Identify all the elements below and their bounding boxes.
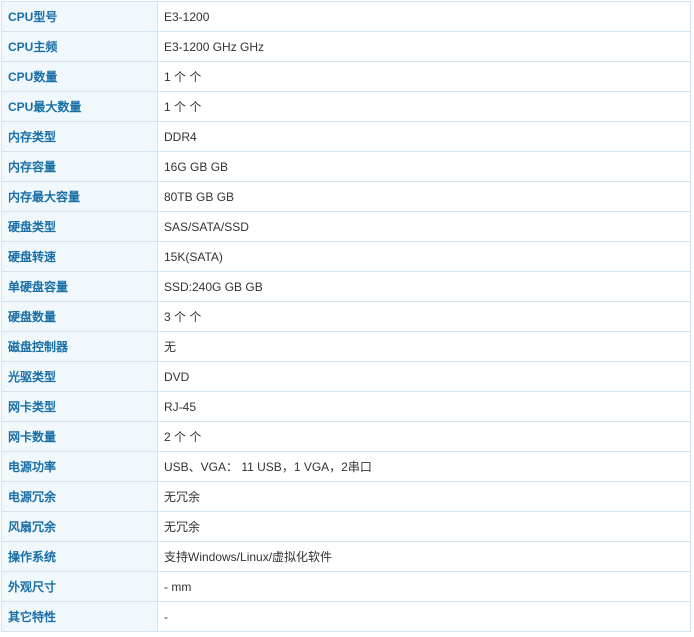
spec-row: CPU主频 E3-1200 GHz GHz <box>1 31 691 62</box>
spec-table-body: CPU型号 E3-1200 CPU主频 E3-1200 GHz GHz CPU数量 1 个… <box>1 1 691 632</box>
spec-row: 电源冗余 无冗余 <box>1 481 691 512</box>
spec-row: 内存最大容量 80TB GB GB <box>1 181 691 212</box>
spec-label: 外观尺寸 <box>1 571 158 602</box>
spec-value: DVD <box>157 361 691 392</box>
spec-value: 15K(SATA) <box>157 241 691 272</box>
spec-value: SAS/SATA/SSD <box>157 211 691 242</box>
spec-label: 光驱类型 <box>1 361 158 392</box>
spec-row: 其它特性 - <box>1 601 691 632</box>
spec-label: 内存容量 <box>1 151 158 182</box>
spec-value: 无 <box>157 331 691 362</box>
spec-value: RJ-45 <box>157 391 691 422</box>
spec-label: 风扇冗余 <box>1 511 158 542</box>
spec-value: USB、VGA： 11 USB，1 VGA，2串口 <box>157 451 691 482</box>
spec-label: 单硬盘容量 <box>1 271 158 302</box>
spec-value: 3 个 个 <box>157 301 691 332</box>
spec-row: 网卡数量 2 个 个 <box>1 421 691 452</box>
spec-row: 网卡类型 RJ-45 <box>1 391 691 422</box>
spec-label: 硬盘数量 <box>1 301 158 332</box>
spec-value: 80TB GB GB <box>157 181 691 212</box>
spec-row: 硬盘转速 15K(SATA) <box>1 241 691 272</box>
spec-label: CPU最大数量 <box>1 91 158 122</box>
spec-value: 1 个 个 <box>157 91 691 122</box>
spec-label: 磁盘控制器 <box>1 331 158 362</box>
spec-row: 电源功率 USB、VGA： 11 USB，1 VGA，2串口 <box>1 451 691 482</box>
spec-value: 无冗余 <box>157 481 691 512</box>
spec-label: 内存最大容量 <box>1 181 158 212</box>
spec-row: 磁盘控制器无 <box>1 331 691 362</box>
spec-value: E3-1200 GHz GHz <box>157 31 691 62</box>
spec-row: 外观尺寸 - mm <box>1 571 691 602</box>
spec-label: 硬盘类型 <box>1 211 158 242</box>
spec-value: E3-1200 <box>157 1 691 32</box>
spec-row: 内存类型 DDR4 <box>1 121 691 152</box>
spec-row: CPU型号 E3-1200 <box>1 1 691 32</box>
spec-row: 硬盘类型 SAS/SATA/SSD <box>1 211 691 242</box>
spec-label: 内存类型 <box>1 121 158 152</box>
spec-row: 风扇冗余 无冗余 <box>1 511 691 542</box>
spec-value: - <box>157 601 691 632</box>
spec-table: CPU型号 E3-1200 CPU主频 E3-1200 GHz GHz CPU数量 1 个… <box>1 1 691 632</box>
spec-label: 硬盘转速 <box>1 241 158 272</box>
spec-value: - mm <box>157 571 691 602</box>
spec-row: CPU数量 1 个 个 <box>1 61 691 92</box>
spec-label: CPU主频 <box>1 31 158 62</box>
spec-label: 电源冗余 <box>1 481 158 512</box>
spec-value: 1 个 个 <box>157 61 691 92</box>
spec-label: CPU数量 <box>1 61 158 92</box>
spec-label: 其它特性 <box>1 601 158 632</box>
spec-value: 2 个 个 <box>157 421 691 452</box>
spec-row: 操作系统 支持Windows/Linux/虚拟化软件 <box>1 541 691 572</box>
spec-row: 单硬盘容量 SSD:240G GB GB <box>1 271 691 302</box>
spec-label: 操作系统 <box>1 541 158 572</box>
spec-value: 支持Windows/Linux/虚拟化软件 <box>157 541 691 572</box>
spec-value: 16G GB GB <box>157 151 691 182</box>
spec-value: SSD:240G GB GB <box>157 271 691 302</box>
spec-label: CPU型号 <box>1 1 158 32</box>
spec-value: 无冗余 <box>157 511 691 542</box>
spec-row: 硬盘数量 3 个 个 <box>1 301 691 332</box>
spec-label: 电源功率 <box>1 451 158 482</box>
spec-row: 光驱类型 DVD <box>1 361 691 392</box>
spec-label: 网卡数量 <box>1 421 158 452</box>
spec-value: DDR4 <box>157 121 691 152</box>
spec-label: 网卡类型 <box>1 391 158 422</box>
spec-row: CPU最大数量 1 个 个 <box>1 91 691 122</box>
spec-row: 内存容量 16G GB GB <box>1 151 691 182</box>
